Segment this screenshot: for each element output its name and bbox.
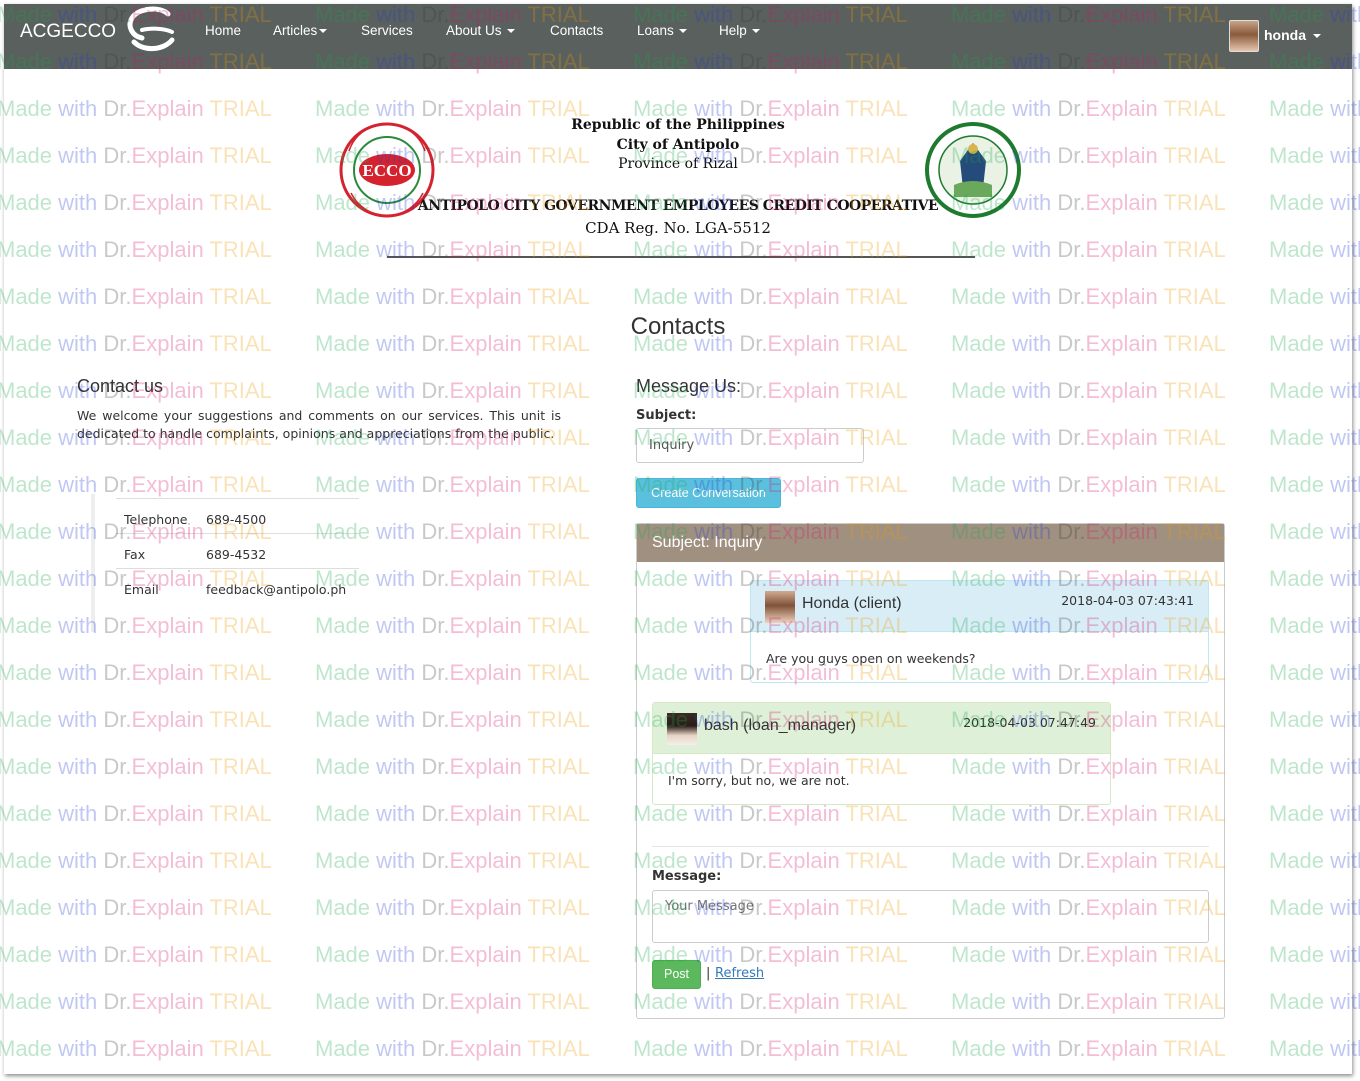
nav-home[interactable]: Home <box>205 23 241 38</box>
message-body: I'm sorry, but no, we are not. <box>668 773 850 788</box>
nav-about-us[interactable]: About Us <box>446 23 515 38</box>
contact-key: Telephone <box>124 512 188 527</box>
user-menu[interactable]: honda <box>1264 27 1321 43</box>
nav-help[interactable]: Help <box>719 23 760 38</box>
chevron-down-icon <box>319 29 328 34</box>
letterhead-city: City of Antipolo <box>616 137 740 153</box>
chevron-down-icon <box>678 29 687 34</box>
letterhead-province: Province of Rizal <box>618 156 738 172</box>
message-card-manager: bash (loan_manager) 2018-04-03 07:47:49 … <box>652 702 1111 805</box>
brand-name[interactable]: ACGECCO <box>20 21 116 43</box>
nav-articles[interactable]: Articles <box>273 23 328 38</box>
letterhead-organization: ANTIPOLO CITY GOVERNMENT EMPLOYEES CREDI… <box>417 198 939 214</box>
message-card-header: Honda (client) 2018-04-03 07:43:41 <box>751 581 1208 632</box>
contact-us-heading: Contact us <box>77 376 164 396</box>
contact-us-description: We welcome your suggestions and comments… <box>77 408 561 441</box>
avatar <box>667 713 697 745</box>
conversation-panel: Subject: Inquiry Honda (client) 2018-04-… <box>636 523 1225 1019</box>
message-author: Honda (client) <box>802 595 902 612</box>
message-timestamp: 2018-04-03 07:43:41 <box>1061 593 1194 608</box>
app-window: ACGECCO Home Articles Services About Us … <box>4 4 1352 1074</box>
message-body: Are you guys open on weekends? <box>766 651 976 666</box>
table-row: Fax 689-4532 <box>116 533 359 568</box>
chevron-down-icon <box>506 29 515 34</box>
create-conversation-button[interactable]: Create Conversation <box>636 478 781 508</box>
table-row: Telephone 689-4500 <box>116 498 359 533</box>
action-separator: | <box>706 966 711 981</box>
message-label: Message: <box>652 869 722 884</box>
contact-info-table: Telephone 689-4500 Fax 689-4532 Email fe… <box>116 498 359 603</box>
chevron-down-icon <box>1313 34 1321 39</box>
message-timestamp: 2018-04-03 07:47:49 <box>963 715 1096 730</box>
message-card-header: bash (loan_manager) 2018-04-03 07:47:49 <box>653 703 1110 754</box>
nav-contacts[interactable]: Contacts <box>550 23 603 38</box>
conversation-subject-header: Subject: Inquiry <box>637 524 1224 562</box>
table-row: Email feedback@antipolo.ph <box>116 568 359 603</box>
panel-divider <box>652 846 1209 847</box>
message-us-heading: Message Us: <box>636 376 742 396</box>
avatar <box>765 591 795 623</box>
message-author: bash (loan_manager) <box>704 717 857 734</box>
contact-key: Email <box>124 582 159 597</box>
chevron-down-icon <box>751 29 760 34</box>
letterhead-divider <box>387 256 975 258</box>
top-navbar: ACGECCO Home Articles Services About Us … <box>4 4 1352 69</box>
letterhead-republic: Republic of the Philippines <box>571 117 785 133</box>
city-seal-logo <box>925 122 1021 218</box>
nav-services[interactable]: Services <box>361 23 413 38</box>
user-avatar[interactable] <box>1229 20 1259 52</box>
subject-input[interactable] <box>636 428 864 463</box>
contact-fax-value: 689-4532 <box>206 547 267 562</box>
refresh-link[interactable]: Refresh <box>715 966 764 981</box>
contact-email-value[interactable]: feedback@antipolo.ph <box>206 582 346 597</box>
brand-logo-icon[interactable] <box>124 6 178 52</box>
contact-blockquote-bar <box>91 494 95 632</box>
contact-telephone-value: 689-4500 <box>206 512 267 527</box>
page-title: Contacts <box>630 313 726 340</box>
post-button[interactable]: Post <box>652 960 701 989</box>
nav-loans[interactable]: Loans <box>637 23 687 38</box>
letterhead-registration: CDA Reg. No. LGA-5512 <box>585 219 771 237</box>
subject-label: Subject: <box>636 408 697 423</box>
message-card-client: Honda (client) 2018-04-03 07:43:41 Are y… <box>750 580 1209 683</box>
contact-key: Fax <box>124 547 146 562</box>
message-textarea[interactable] <box>652 890 1209 943</box>
